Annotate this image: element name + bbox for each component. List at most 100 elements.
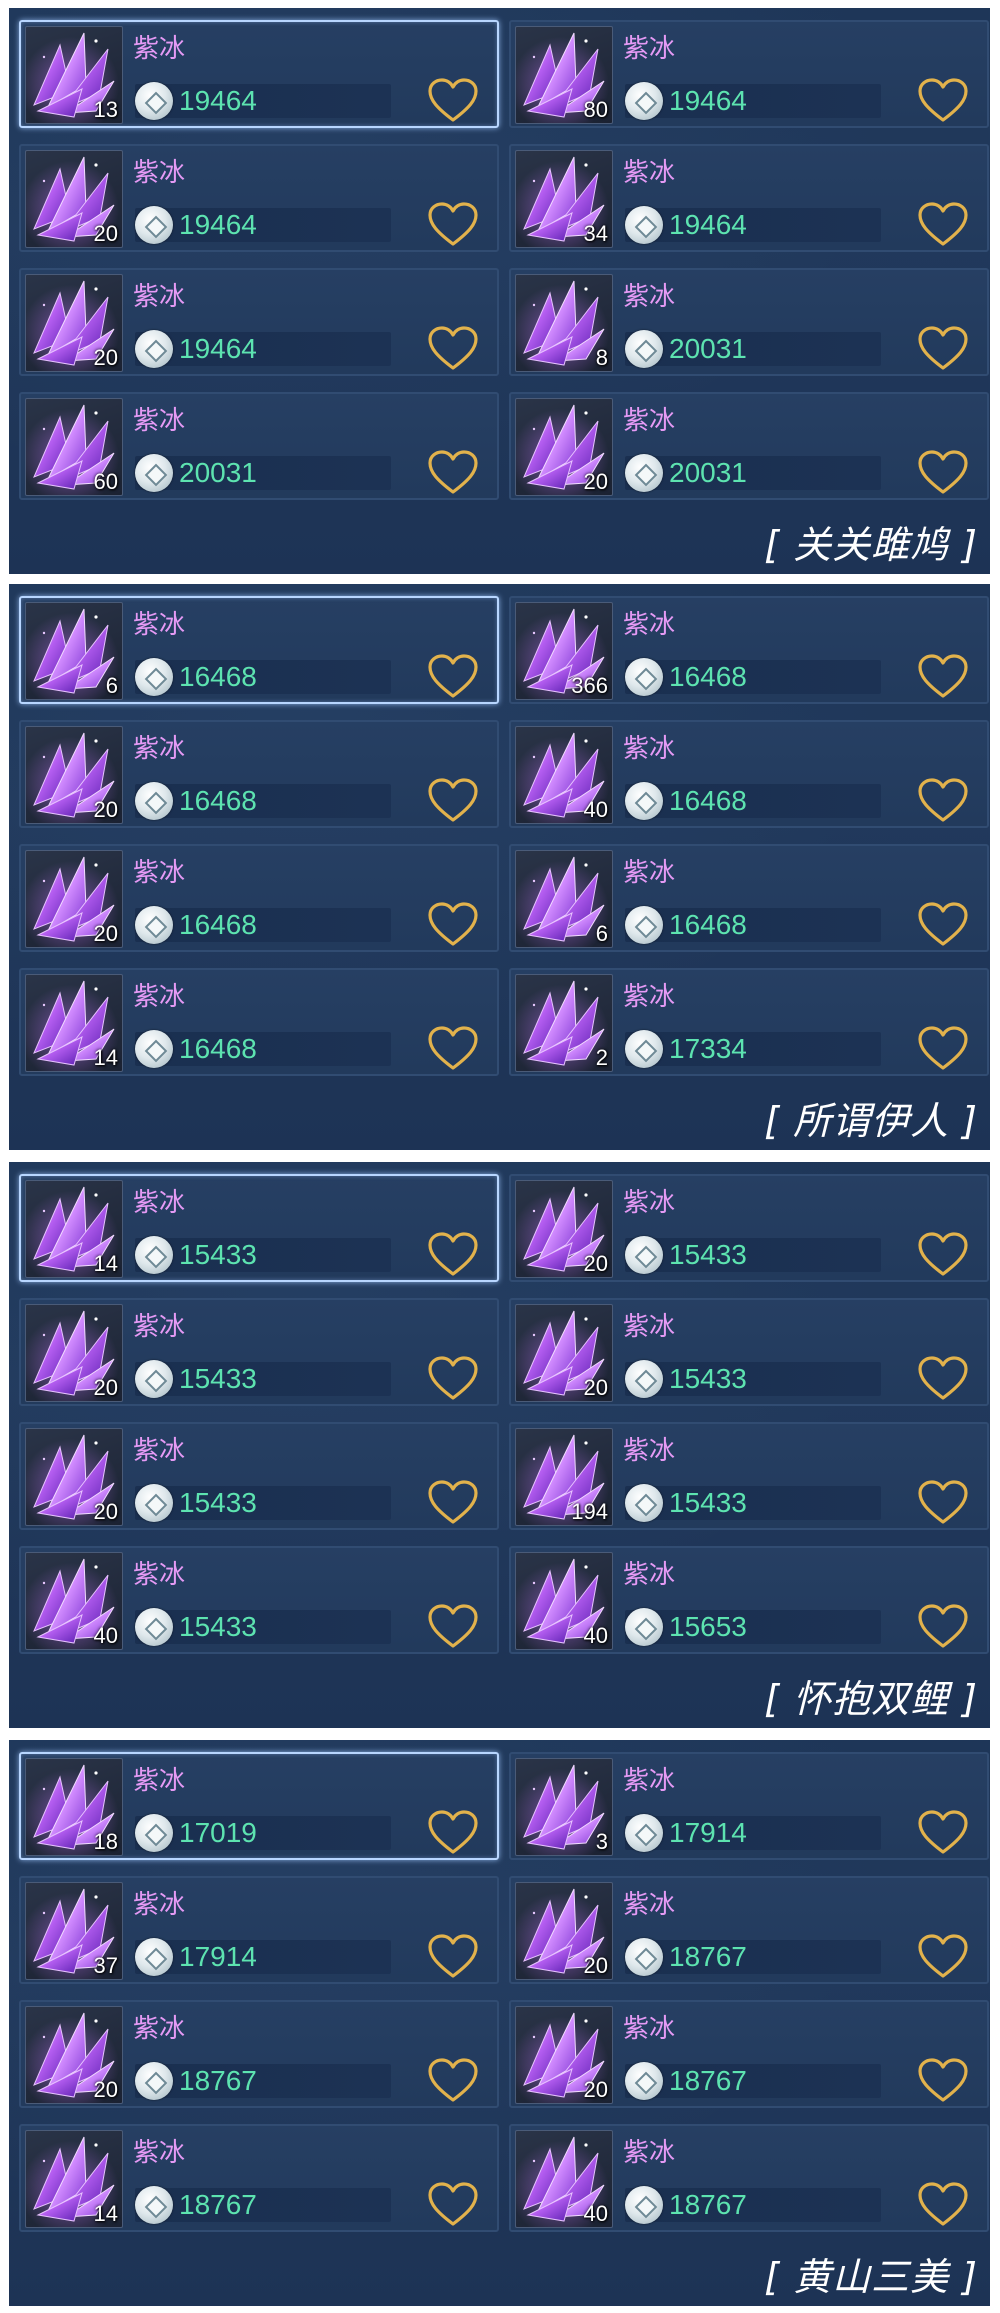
item-listing-card[interactable]: 20 紫冰 15433 [19,1422,499,1530]
item-listing-card[interactable]: 6 紫冰 16468 [509,844,989,952]
item-listing-card[interactable]: 3 紫冰 17914 [509,1752,989,1860]
heart-outline-icon[interactable] [917,1232,969,1278]
item-listing-card[interactable]: 60 紫冰 20031 [19,392,499,500]
item-listing-card[interactable]: 20 紫冰 19464 [19,268,499,376]
heart-outline-icon[interactable] [427,778,479,824]
heart-outline-icon[interactable] [917,1480,969,1526]
item-listing-card[interactable]: 20 紫冰 20031 [509,392,989,500]
item-listing-card[interactable]: 2 紫冰 17334 [509,968,989,1076]
coin-icon [135,1608,173,1646]
market-panel: 6 紫冰 16468 366 紫冰 16468 20 紫冰 16468 40 紫… [9,584,990,1150]
item-count: 366 [571,673,608,698]
crystal-icon: 366 [515,602,613,700]
coin-icon [625,658,663,696]
item-name: 紫冰 [133,858,186,888]
heart-outline-icon[interactable] [427,1934,479,1980]
crystal-icon: 20 [25,2006,123,2104]
heart-outline-icon[interactable] [427,902,479,948]
item-price: 16468 [179,661,257,692]
crystal-icon: 20 [25,1304,123,1402]
item-listing-card[interactable]: 40 紫冰 16468 [509,720,989,828]
crystal-icon: 20 [25,274,123,372]
item-listing-card[interactable]: 37 紫冰 17914 [19,1876,499,1984]
heart-outline-icon[interactable] [427,2058,479,2104]
heart-outline-icon[interactable] [427,1026,479,1072]
item-listing-card[interactable]: 40 紫冰 18767 [509,2124,989,2232]
item-listing-card[interactable]: 6 紫冰 16468 [19,596,499,704]
item-price: 18767 [669,2065,747,2096]
item-listing-card[interactable]: 194 紫冰 15433 [509,1422,989,1530]
item-listing-card[interactable]: 14 紫冰 16468 [19,968,499,1076]
heart-outline-icon[interactable] [917,778,969,824]
item-listing-card[interactable]: 20 紫冰 15433 [509,1298,989,1406]
item-listing-card[interactable]: 20 紫冰 19464 [19,144,499,252]
item-listing-card[interactable]: 80 紫冰 19464 [509,20,989,128]
heart-outline-icon[interactable] [917,326,969,372]
item-count: 20 [93,1499,118,1524]
item-listing-card[interactable]: 14 紫冰 15433 [19,1174,499,1282]
crystal-icon: 80 [515,26,613,124]
item-count: 3 [595,1829,608,1854]
heart-outline-icon[interactable] [427,202,479,248]
item-listing-card[interactable]: 20 紫冰 16468 [19,720,499,828]
price-bar: 16468 [625,782,881,820]
coin-icon [625,454,663,492]
item-price: 19464 [669,209,747,240]
price-bar: 19464 [625,82,881,120]
item-name: 紫冰 [133,610,186,640]
crystal-icon: 20 [25,1428,123,1526]
heart-outline-icon[interactable] [427,654,479,700]
item-count: 40 [583,797,608,822]
item-name: 紫冰 [133,1436,186,1466]
item-listing-card[interactable]: 20 紫冰 15433 [509,1174,989,1282]
item-price: 20031 [669,457,747,488]
heart-outline-icon[interactable] [917,1356,969,1402]
heart-outline-icon[interactable] [427,1810,479,1856]
item-count: 6 [595,921,608,946]
item-listing-card[interactable]: 13 紫冰 19464 [19,20,499,128]
crystal-icon: 20 [25,850,123,948]
price-bar: 20031 [135,454,391,492]
heart-outline-icon[interactable] [427,1604,479,1650]
heart-outline-icon[interactable] [917,78,969,124]
heart-outline-icon[interactable] [917,1810,969,1856]
heart-outline-icon[interactable] [917,1934,969,1980]
price-bar: 19464 [625,206,881,244]
heart-outline-icon[interactable] [427,326,479,372]
market-panel: 18 紫冰 17019 3 紫冰 17914 37 紫冰 17914 20 紫冰… [9,1740,990,2306]
item-listing-card[interactable]: 14 紫冰 18767 [19,2124,499,2232]
heart-outline-icon[interactable] [917,902,969,948]
coin-icon [625,330,663,368]
item-listing-card[interactable]: 20 紫冰 18767 [509,2000,989,2108]
heart-outline-icon[interactable] [427,2182,479,2228]
item-listing-card[interactable]: 40 紫冰 15433 [19,1546,499,1654]
heart-outline-icon[interactable] [917,450,969,496]
item-listing-card[interactable]: 366 紫冰 16468 [509,596,989,704]
item-listing-card[interactable]: 20 紫冰 15433 [19,1298,499,1406]
heart-outline-icon[interactable] [917,1026,969,1072]
heart-outline-icon[interactable] [427,1232,479,1278]
item-price: 17914 [669,1817,747,1848]
item-listing-card[interactable]: 20 紫冰 18767 [509,1876,989,1984]
heart-outline-icon[interactable] [917,202,969,248]
coin-icon [135,330,173,368]
heart-outline-icon[interactable] [917,1604,969,1650]
crystal-icon: 20 [515,1304,613,1402]
heart-outline-icon[interactable] [427,450,479,496]
heart-outline-icon[interactable] [917,2182,969,2228]
heart-outline-icon[interactable] [427,1356,479,1402]
coin-icon [135,2186,173,2224]
item-listing-card[interactable]: 40 紫冰 15653 [509,1546,989,1654]
heart-outline-icon[interactable] [427,1480,479,1526]
item-listing-card[interactable]: 34 紫冰 19464 [509,144,989,252]
item-listing-card[interactable]: 20 紫冰 16468 [19,844,499,952]
heart-outline-icon[interactable] [917,2058,969,2104]
heart-outline-icon[interactable] [917,654,969,700]
item-listing-card[interactable]: 8 紫冰 20031 [509,268,989,376]
item-name: 紫冰 [623,158,676,188]
item-listing-card[interactable]: 20 紫冰 18767 [19,2000,499,2108]
item-listing-card[interactable]: 18 紫冰 17019 [19,1752,499,1860]
crystal-icon: 37 [25,1882,123,1980]
heart-outline-icon[interactable] [427,78,479,124]
crystal-icon: 14 [25,1180,123,1278]
